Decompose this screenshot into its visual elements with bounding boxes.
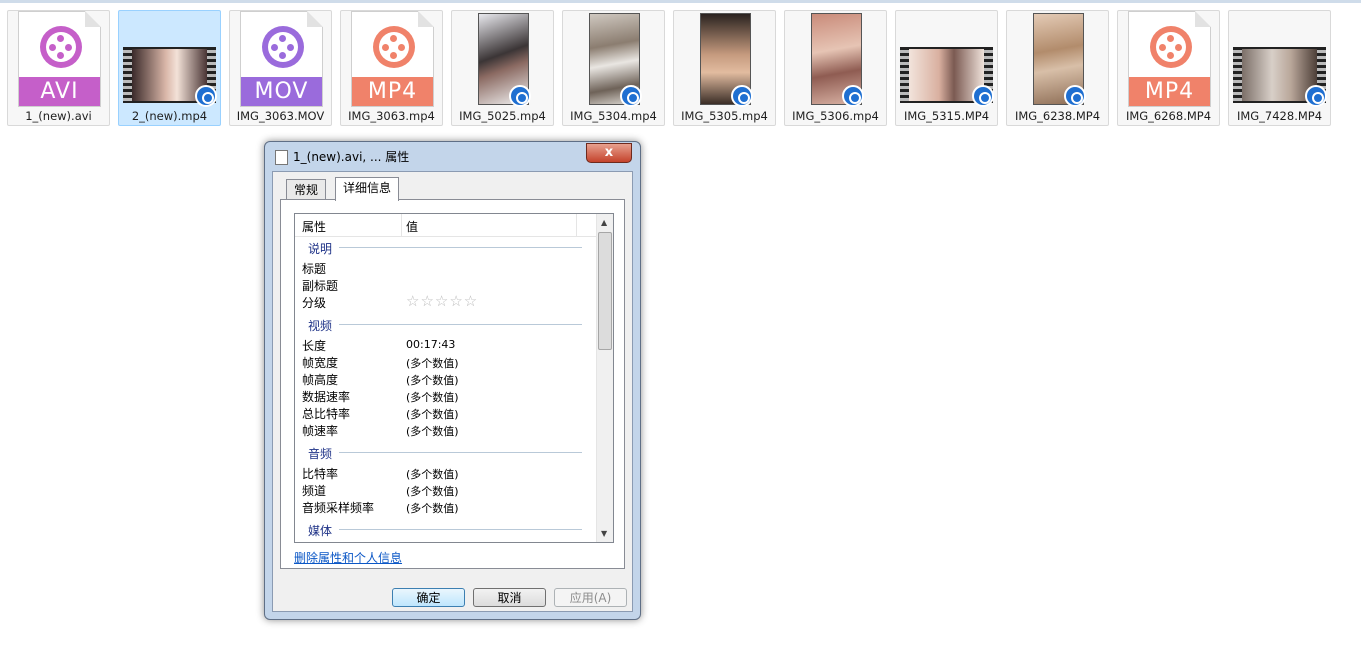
ok-button[interactable]: 确定 xyxy=(392,588,465,607)
cancel-button[interactable]: 取消 xyxy=(473,588,546,607)
player-badge-icon xyxy=(731,85,753,107)
value-frame-height: (多个数值) xyxy=(406,374,459,387)
file-name: IMG_5306.mp4 xyxy=(792,109,879,123)
value-channels: (多个数值) xyxy=(406,485,459,498)
prop-rating[interactable]: 分级 xyxy=(302,294,326,311)
column-value[interactable]: 值 xyxy=(406,218,418,235)
dialog-client-area: 常规 详细信息 属性 值 ▲ ▼ 说明 标题 副标题 分级 ☆☆☆☆☆ 视频 长… xyxy=(272,171,633,612)
scroll-up-arrow-icon[interactable]: ▲ xyxy=(601,218,607,227)
property-list[interactable]: 属性 值 ▲ ▼ 说明 标题 副标题 分级 ☆☆☆☆☆ 视频 长度 00:17:… xyxy=(294,213,614,543)
file-item[interactable]: IMG_5025.mp4 xyxy=(451,10,554,126)
file-item[interactable]: IMG_5304.mp4 xyxy=(562,10,665,126)
prop-frame-rate[interactable]: 帧速率 xyxy=(302,422,338,439)
player-badge-icon xyxy=(842,85,864,107)
file-item-selected[interactable]: 2_(new).mp4 xyxy=(118,10,221,126)
scrollbar-thumb[interactable] xyxy=(598,232,612,350)
group-audio: 音频 xyxy=(308,447,333,461)
prop-bitrate[interactable]: 比特率 xyxy=(302,465,338,482)
file-name: IMG_3063.mp4 xyxy=(348,109,435,123)
rating-stars-icon[interactable]: ☆☆☆☆☆ xyxy=(406,292,478,310)
file-item[interactable]: IMG_5305.mp4 xyxy=(673,10,776,126)
group-video: 视频 xyxy=(308,319,333,333)
value-frame-width: (多个数值) xyxy=(406,357,459,370)
file-item[interactable]: MP4 IMG_3063.mp4 xyxy=(340,10,443,126)
prop-data-rate[interactable]: 数据速率 xyxy=(302,388,350,405)
avi-file-icon: AVI xyxy=(18,11,101,107)
prop-total-bitrate[interactable]: 总比特率 xyxy=(302,405,350,422)
properties-dialog: 1_(new).avi, ... 属性 x 常规 详细信息 属性 值 ▲ ▼ 说… xyxy=(264,141,641,620)
prop-subtitle[interactable]: 副标题 xyxy=(302,277,338,294)
file-name: IMG_5025.mp4 xyxy=(459,109,546,123)
file-item[interactable]: IMG_7428.MP4 xyxy=(1228,10,1331,126)
prop-channels[interactable]: 频道 xyxy=(302,482,326,499)
value-frame-rate: (多个数值) xyxy=(406,425,459,438)
value-total-bitrate: (多个数值) xyxy=(406,408,459,421)
file-name: 1_(new).avi xyxy=(25,109,92,123)
remove-properties-link[interactable]: 删除属性和个人信息 xyxy=(294,549,402,566)
explorer-top-border xyxy=(0,0,1361,3)
prop-length[interactable]: 长度 xyxy=(302,337,326,354)
value-length: 00:17:43 xyxy=(406,338,456,351)
apply-button[interactable]: 应用(A) xyxy=(554,588,627,607)
scroll-down-arrow-icon[interactable]: ▼ xyxy=(601,529,607,538)
file-name: 2_(new).mp4 xyxy=(131,109,208,123)
column-property[interactable]: 属性 xyxy=(302,218,326,235)
player-badge-icon xyxy=(509,85,531,107)
file-type-badge: MP4 xyxy=(1129,77,1210,106)
column-header: 属性 值 xyxy=(295,214,596,237)
file-name: IMG_5305.mp4 xyxy=(681,109,768,123)
player-badge-icon xyxy=(195,85,217,107)
file-item[interactable]: MP4 IMG_6268.MP4 xyxy=(1117,10,1220,126)
value-sample-rate: (多个数值) xyxy=(406,502,459,515)
file-name: IMG_5304.mp4 xyxy=(570,109,657,123)
file-item[interactable]: IMG_6238.MP4 xyxy=(1006,10,1109,126)
player-badge-icon xyxy=(1305,85,1327,107)
file-item[interactable]: MOV IMG_3063.MOV xyxy=(229,10,332,126)
file-type-badge: MOV xyxy=(241,77,322,106)
details-panel: 属性 值 ▲ ▼ 说明 标题 副标题 分级 ☆☆☆☆☆ 视频 长度 00:17:… xyxy=(280,199,625,569)
dialog-title: 1_(new).avi, ... 属性 xyxy=(293,150,410,164)
file-item[interactable]: IMG_5315.MP4 xyxy=(895,10,998,126)
vertical-scrollbar[interactable]: ▲ ▼ xyxy=(596,214,613,542)
mov-file-icon: MOV xyxy=(240,11,323,107)
file-name: IMG_6268.MP4 xyxy=(1125,109,1212,123)
file-item[interactable]: IMG_5306.mp4 xyxy=(784,10,887,126)
prop-frame-height[interactable]: 帧高度 xyxy=(302,371,338,388)
file-type-badge: MP4 xyxy=(352,77,433,106)
file-type-badge: AVI xyxy=(19,77,100,106)
prop-frame-width[interactable]: 帧宽度 xyxy=(302,354,338,371)
file-name: IMG_6238.MP4 xyxy=(1014,109,1101,123)
mp4-file-icon: MP4 xyxy=(351,11,434,107)
mp4-file-icon: MP4 xyxy=(1128,11,1211,107)
tab-general[interactable]: 常规 xyxy=(286,179,327,200)
file-name: IMG_5315.MP4 xyxy=(903,109,990,123)
file-item[interactable]: AVI 1_(new).avi xyxy=(7,10,110,126)
value-data-rate: (多个数值) xyxy=(406,391,459,404)
prop-sample-rate[interactable]: 音频采样频率 xyxy=(302,499,374,516)
group-description: 说明 xyxy=(308,242,333,256)
properties-title-icon xyxy=(275,150,288,165)
tab-details[interactable]: 详细信息 xyxy=(335,177,400,201)
file-name: IMG_7428.MP4 xyxy=(1236,109,1323,123)
player-badge-icon xyxy=(972,85,994,107)
player-badge-icon xyxy=(620,85,642,107)
player-badge-icon xyxy=(1064,85,1086,107)
file-name: IMG_3063.MOV xyxy=(236,109,325,123)
value-bitrate: (多个数值) xyxy=(406,468,459,481)
group-media: 媒体 xyxy=(308,524,333,538)
prop-title[interactable]: 标题 xyxy=(302,260,326,277)
close-button[interactable]: x xyxy=(586,143,632,163)
